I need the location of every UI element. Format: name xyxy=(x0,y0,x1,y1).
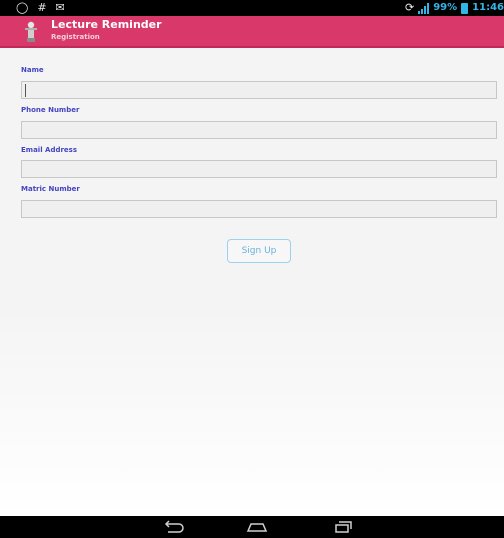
app-subtitle: Registration xyxy=(51,33,100,41)
recent-apps-icon[interactable] xyxy=(330,518,356,536)
battery-percent: 99% xyxy=(433,2,458,13)
text-cursor xyxy=(25,84,26,97)
signup-button[interactable]: Sign Up xyxy=(227,239,291,263)
name-label: Name xyxy=(21,66,44,74)
circle-icon: ◯ xyxy=(16,1,29,14)
email-address-field[interactable] xyxy=(21,160,497,178)
mail-icon: ✉ xyxy=(55,1,65,14)
signal-icon xyxy=(418,2,430,14)
home-icon[interactable] xyxy=(244,518,270,536)
back-icon[interactable] xyxy=(160,518,186,536)
name-field[interactable] xyxy=(21,81,497,99)
system-indicators: ⟳ 99% 11:46 xyxy=(405,0,504,16)
notification-icons: ◯ # ✉ xyxy=(16,0,65,16)
matric-number-label: Matric Number xyxy=(21,185,80,193)
phone-number-label: Phone Number xyxy=(21,106,80,114)
app-title: Lecture Reminder xyxy=(51,18,162,31)
matric-number-field[interactable] xyxy=(21,200,497,218)
email-address-label: Email Address xyxy=(21,146,78,154)
clock: 11:46 xyxy=(472,2,504,13)
phone-number-field[interactable] xyxy=(21,121,497,139)
navigation-bar xyxy=(0,516,504,538)
registration-form: Name Phone Number Email Address Matric N… xyxy=(0,48,504,516)
hash-icon: # xyxy=(37,1,47,14)
battery-icon xyxy=(461,2,469,14)
app-logo-icon xyxy=(25,21,37,42)
rotate-icon: ⟳ xyxy=(405,1,415,14)
status-bar: ◯ # ✉ ⟳ 99% 11:46 xyxy=(0,0,504,16)
action-bar: Lecture Reminder Registration xyxy=(0,16,504,48)
